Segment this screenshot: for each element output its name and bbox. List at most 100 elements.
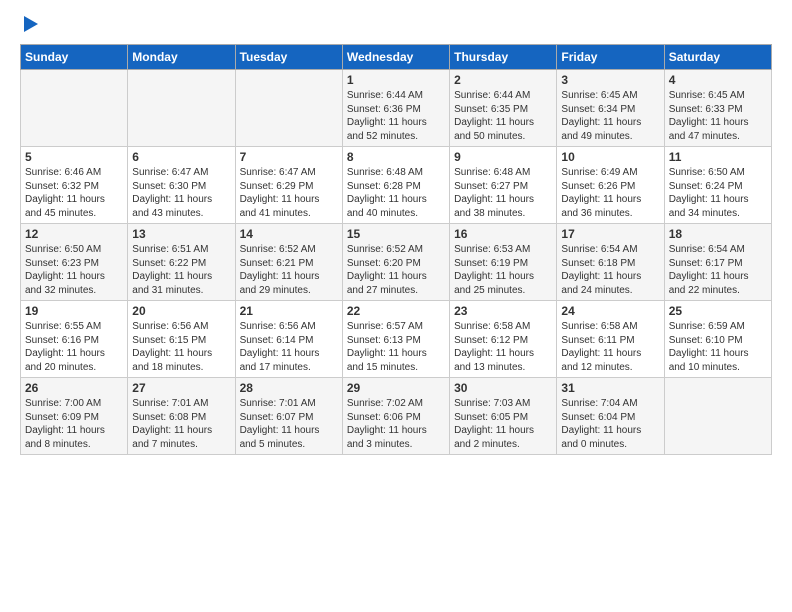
week-row-3: 12Sunrise: 6:50 AM Sunset: 6:23 PM Dayli… (21, 224, 772, 301)
cell-content: Sunrise: 6:47 AM Sunset: 6:29 PM Dayligh… (240, 166, 338, 220)
calendar-cell: 11 Sunrise: 6:50 AM Sunset: 6:24 PM Dayli… (664, 147, 771, 224)
calendar-cell: 8 Sunrise: 6:48 AM Sunset: 6:28 PM Daylig… (342, 147, 449, 224)
calendar-cell: 7 Sunrise: 6:47 AM Sunset: 6:29 PM Daylig… (235, 147, 342, 224)
cell-content: Sunrise: 6:45 AM Sunset: 6:33 PM Dayligh… (669, 89, 767, 143)
logo (20, 16, 40, 34)
day-number: 25 (669, 304, 767, 318)
calendar-cell: 6Sunrise: 6:47 AM Sunset: 6:30 PM Daylig… (128, 147, 235, 224)
day-number: 15 (347, 227, 445, 241)
cell-content: Sunrise: 6:53 AM Sunset: 6:19 PM Dayligh… (454, 243, 552, 297)
calendar-cell: 25 Sunrise: 6:59 AM Sunset: 6:10 PM Dayli… (664, 301, 771, 378)
day-header-wednesday: Wednesday (342, 45, 449, 70)
day-number: 16 (454, 227, 552, 241)
day-header-friday: Friday (557, 45, 664, 70)
header (20, 16, 772, 34)
calendar-cell (235, 70, 342, 147)
calendar-cell: 27Sunrise: 7:01 AM Sunset: 6:08 PM Dayli… (128, 378, 235, 455)
cell-content: Sunrise: 7:01 AM Sunset: 6:07 PM Dayligh… (240, 397, 338, 451)
day-header-tuesday: Tuesday (235, 45, 342, 70)
day-number: 12 (25, 227, 123, 241)
calendar-cell: 13 Sunrise: 6:51 AM Sunset: 6:22 PM Dayli… (128, 224, 235, 301)
day-number: 23 (454, 304, 552, 318)
cell-content: Sunrise: 6:51 AM Sunset: 6:22 PM Dayligh… (132, 243, 230, 297)
calendar-cell: 18Sunrise: 6:54 AM Sunset: 6:17 PM Dayli… (664, 224, 771, 301)
week-row-5: 26 Sunrise: 7:00 AM Sunset: 6:09 PM Dayli… (21, 378, 772, 455)
cell-content: Sunrise: 6:55 AM Sunset: 6:16 PM Dayligh… (25, 320, 123, 374)
calendar-cell: 21Sunrise: 6:56 AM Sunset: 6:14 PM Dayli… (235, 301, 342, 378)
day-number: 13 (132, 227, 230, 241)
day-number: 3 (561, 73, 659, 87)
calendar-header-row: SundayMondayTuesdayWednesdayThursdayFrid… (21, 45, 772, 70)
day-number: 1 (347, 73, 445, 87)
day-number: 26 (25, 381, 123, 395)
cell-content: Sunrise: 6:52 AM Sunset: 6:21 PM Dayligh… (240, 243, 338, 297)
calendar-cell: 19 Sunrise: 6:55 AM Sunset: 6:16 PM Dayli… (21, 301, 128, 378)
day-number: 24 (561, 304, 659, 318)
day-number: 4 (669, 73, 767, 87)
calendar-cell: 23 Sunrise: 6:58 AM Sunset: 6:12 PM Dayli… (450, 301, 557, 378)
calendar-cell (664, 378, 771, 455)
cell-content: Sunrise: 6:45 AM Sunset: 6:34 PM Dayligh… (561, 89, 659, 143)
calendar-cell: 24 Sunrise: 6:58 AM Sunset: 6:11 PM Dayli… (557, 301, 664, 378)
cell-content: Sunrise: 7:04 AM Sunset: 6:04 PM Dayligh… (561, 397, 659, 451)
day-number: 28 (240, 381, 338, 395)
calendar-cell: 20Sunrise: 6:56 AM Sunset: 6:15 PM Dayli… (128, 301, 235, 378)
calendar: SundayMondayTuesdayWednesdayThursdayFrid… (20, 44, 772, 455)
logo-triangle-icon (22, 16, 40, 34)
calendar-cell: 14 Sunrise: 6:52 AM Sunset: 6:21 PM Dayli… (235, 224, 342, 301)
cell-content: Sunrise: 6:47 AM Sunset: 6:30 PM Dayligh… (132, 166, 230, 220)
cell-content: Sunrise: 6:44 AM Sunset: 6:36 PM Dayligh… (347, 89, 445, 143)
calendar-cell: 17 Sunrise: 6:54 AM Sunset: 6:18 PM Dayli… (557, 224, 664, 301)
cell-content: Sunrise: 6:59 AM Sunset: 6:10 PM Dayligh… (669, 320, 767, 374)
day-header-thursday: Thursday (450, 45, 557, 70)
day-number: 17 (561, 227, 659, 241)
cell-content: Sunrise: 6:58 AM Sunset: 6:12 PM Dayligh… (454, 320, 552, 374)
day-number: 29 (347, 381, 445, 395)
calendar-cell: 31 Sunrise: 7:04 AM Sunset: 6:04 PM Dayli… (557, 378, 664, 455)
day-number: 9 (454, 150, 552, 164)
cell-content: Sunrise: 6:44 AM Sunset: 6:35 PM Dayligh… (454, 89, 552, 143)
cell-content: Sunrise: 7:03 AM Sunset: 6:05 PM Dayligh… (454, 397, 552, 451)
day-number: 5 (25, 150, 123, 164)
calendar-cell (21, 70, 128, 147)
day-number: 7 (240, 150, 338, 164)
day-number: 20 (132, 304, 230, 318)
page: SundayMondayTuesdayWednesdayThursdayFrid… (0, 0, 792, 612)
calendar-cell: 26 Sunrise: 7:00 AM Sunset: 6:09 PM Dayli… (21, 378, 128, 455)
day-number: 14 (240, 227, 338, 241)
cell-content: Sunrise: 7:02 AM Sunset: 6:06 PM Dayligh… (347, 397, 445, 451)
day-number: 2 (454, 73, 552, 87)
day-number: 30 (454, 381, 552, 395)
day-number: 27 (132, 381, 230, 395)
cell-content: Sunrise: 7:00 AM Sunset: 6:09 PM Dayligh… (25, 397, 123, 451)
calendar-cell: 29 Sunrise: 7:02 AM Sunset: 6:06 PM Dayli… (342, 378, 449, 455)
calendar-cell: 12Sunrise: 6:50 AM Sunset: 6:23 PM Dayli… (21, 224, 128, 301)
cell-content: Sunrise: 6:50 AM Sunset: 6:24 PM Dayligh… (669, 166, 767, 220)
cell-content: Sunrise: 6:49 AM Sunset: 6:26 PM Dayligh… (561, 166, 659, 220)
day-number: 8 (347, 150, 445, 164)
week-row-2: 5 Sunrise: 6:46 AM Sunset: 6:32 PM Daylig… (21, 147, 772, 224)
calendar-cell: 2 Sunrise: 6:44 AM Sunset: 6:35 PM Daylig… (450, 70, 557, 147)
week-row-1: 1 Sunrise: 6:44 AM Sunset: 6:36 PM Daylig… (21, 70, 772, 147)
calendar-cell: 9 Sunrise: 6:48 AM Sunset: 6:27 PM Daylig… (450, 147, 557, 224)
day-number: 10 (561, 150, 659, 164)
day-number: 31 (561, 381, 659, 395)
cell-content: Sunrise: 6:48 AM Sunset: 6:28 PM Dayligh… (347, 166, 445, 220)
day-number: 11 (669, 150, 767, 164)
calendar-cell: 10 Sunrise: 6:49 AM Sunset: 6:26 PM Dayli… (557, 147, 664, 224)
cell-content: Sunrise: 6:54 AM Sunset: 6:18 PM Dayligh… (561, 243, 659, 297)
cell-content: Sunrise: 6:52 AM Sunset: 6:20 PM Dayligh… (347, 243, 445, 297)
day-header-saturday: Saturday (664, 45, 771, 70)
cell-content: Sunrise: 6:57 AM Sunset: 6:13 PM Dayligh… (347, 320, 445, 374)
calendar-cell: 4 Sunrise: 6:45 AM Sunset: 6:33 PM Daylig… (664, 70, 771, 147)
cell-content: Sunrise: 6:46 AM Sunset: 6:32 PM Dayligh… (25, 166, 123, 220)
cell-content: Sunrise: 6:58 AM Sunset: 6:11 PM Dayligh… (561, 320, 659, 374)
calendar-cell: 5 Sunrise: 6:46 AM Sunset: 6:32 PM Daylig… (21, 147, 128, 224)
calendar-cell: 3 Sunrise: 6:45 AM Sunset: 6:34 PM Daylig… (557, 70, 664, 147)
calendar-cell: 16 Sunrise: 6:53 AM Sunset: 6:19 PM Dayli… (450, 224, 557, 301)
day-header-sunday: Sunday (21, 45, 128, 70)
calendar-cell: 28 Sunrise: 7:01 AM Sunset: 6:07 PM Dayli… (235, 378, 342, 455)
week-row-4: 19 Sunrise: 6:55 AM Sunset: 6:16 PM Dayli… (21, 301, 772, 378)
day-number: 19 (25, 304, 123, 318)
cell-content: Sunrise: 6:48 AM Sunset: 6:27 PM Dayligh… (454, 166, 552, 220)
